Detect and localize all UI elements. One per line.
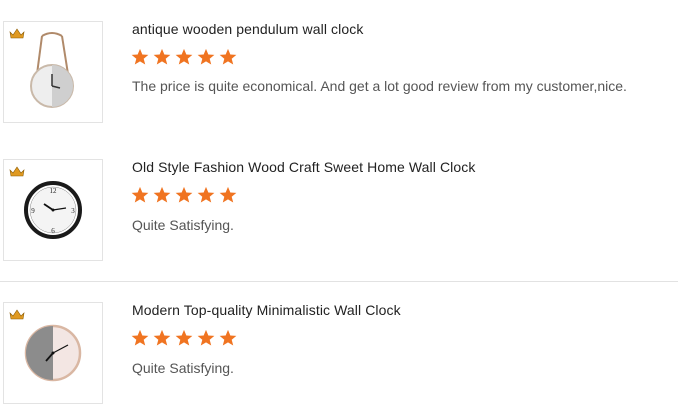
star-rating [131, 329, 237, 347]
crown-badge-icon [9, 309, 25, 320]
svg-text:6: 6 [51, 227, 55, 235]
star-icon [197, 186, 215, 203]
star-icon [175, 186, 193, 203]
review-text: Quite Satisfying. [132, 360, 234, 376]
product-thumbnail[interactable] [3, 21, 103, 123]
star-icon [131, 329, 149, 346]
review-item: 12 3 6 9 Old Style Fashion Wood Craft Sw… [0, 140, 678, 282]
star-rating [131, 186, 237, 204]
product-title[interactable]: Old Style Fashion Wood Craft Sweet Home … [132, 159, 475, 175]
star-icon [153, 186, 171, 203]
review-text: Quite Satisfying. [132, 217, 234, 233]
star-icon [131, 186, 149, 203]
crown-badge-icon [9, 28, 25, 39]
review-item: Modern Top-quality Minimalistic Wall Clo… [0, 282, 678, 411]
star-icon [219, 186, 237, 203]
review-text: The price is quite economical. And get a… [132, 78, 627, 94]
star-icon [131, 48, 149, 65]
star-icon [153, 48, 171, 65]
product-thumbnail[interactable]: 12 3 6 9 [3, 159, 103, 261]
star-icon [153, 329, 171, 346]
star-icon [197, 48, 215, 65]
product-title[interactable]: Modern Top-quality Minimalistic Wall Clo… [132, 302, 401, 318]
product-thumbnail[interactable] [3, 302, 103, 404]
product-title[interactable]: antique wooden pendulum wall clock [132, 21, 363, 37]
star-icon [175, 329, 193, 346]
star-icon [219, 329, 237, 346]
star-icon [219, 48, 237, 65]
star-icon [197, 329, 215, 346]
star-icon [175, 48, 193, 65]
svg-text:3: 3 [71, 207, 75, 215]
star-rating [131, 48, 237, 66]
crown-badge-icon [9, 166, 25, 177]
svg-text:12: 12 [50, 187, 58, 195]
svg-text:9: 9 [31, 207, 35, 215]
review-item: antique wooden pendulum wall clock The p… [0, 0, 678, 140]
